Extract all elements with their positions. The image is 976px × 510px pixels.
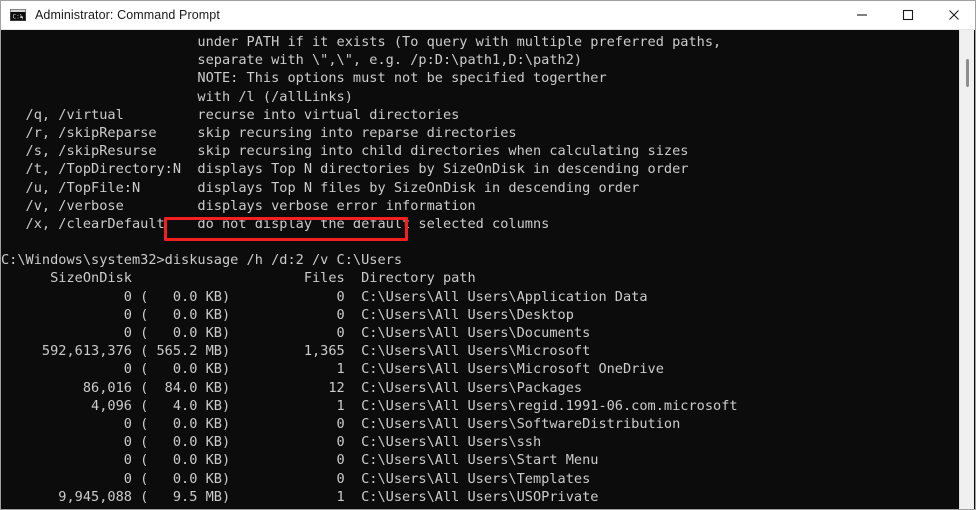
console-line: 9,945,088 ( 9.5 MB) 1 C:\Users\All Users… [1, 488, 599, 505]
console-line: separate with \",\", e.g. /p:D:\path1,D:… [1, 52, 583, 69]
console-line: 4,096 ( 4.0 KB) 1 C:\Users\All Users\reg… [1, 397, 738, 414]
console-line: 0 ( 0.0 KB) 0 C:\Users\All Users\ssh [1, 434, 542, 451]
title-bar[interactable]: C:\ Administrator: Command Prompt [1, 1, 975, 30]
console-line: /x, /clearDefault do not display the def… [1, 215, 550, 232]
console-line: 9,068,544 ( 8.6 MB) 297 C:\Users\All Use… [1, 506, 961, 509]
console-line: 0 ( 0.0 KB) 0 C:\Users\All Users\Softwar… [1, 415, 681, 432]
console-line: /s, /skipResurse skip recursing into chi… [1, 143, 689, 160]
console-line: C:\Windows\system32>diskusage /h /d:2 /v… [1, 252, 403, 269]
console-line: /v, /verbose displays verbose error info… [1, 197, 476, 214]
console-line: 0 ( 0.0 KB) 0 C:\Users\All Users\Templat… [1, 470, 591, 487]
console-line: /r, /skipReparse skip recursing into rep… [1, 124, 517, 141]
console-line: /t, /TopDirectory:N displays Top N direc… [1, 161, 689, 178]
maximize-icon [902, 9, 914, 21]
command-prompt-window: C:\ Administrator: Command Prompt under … [0, 0, 976, 510]
console-line: 86,016 ( 84.0 KB) 12 C:\Users\All Users\… [1, 379, 583, 396]
window-title: Administrator: Command Prompt [35, 8, 220, 22]
console-icon: C:\ [10, 7, 26, 23]
console-line: 592,613,376 ( 565.2 MB) 1,365 C:\Users\A… [1, 343, 591, 360]
minimize-icon [857, 14, 867, 16]
console-line: 0 ( 0.0 KB) 0 C:\Users\All Users\Start M… [1, 452, 599, 469]
console-line: 0 ( 0.0 KB) 0 C:\Users\All Users\Applica… [1, 288, 648, 305]
close-button[interactable] [931, 1, 975, 30]
console-line: /q, /virtual recurse into virtual direct… [1, 106, 460, 123]
console-text: under PATH if it exists (To query with m… [1, 33, 961, 509]
console-output-area[interactable]: under PATH if it exists (To query with m… [1, 30, 961, 509]
maximize-button[interactable] [885, 1, 931, 30]
console-line: /u, /TopFile:N displays Top N files by S… [1, 179, 640, 196]
close-icon [949, 10, 959, 20]
console-line: under PATH if it exists (To query with m… [1, 34, 722, 50]
console-line: with /l (/allLinks) [1, 88, 353, 105]
scrollbar-thumb[interactable] [966, 59, 969, 87]
console-line: NOTE: This options must not be specified… [1, 70, 607, 87]
console-line: SizeOnDisk Files Directory path [1, 270, 476, 287]
minimize-button[interactable] [839, 1, 885, 30]
console-line: 0 ( 0.0 KB) 1 C:\Users\All Users\Microso… [1, 361, 664, 378]
console-line: 0 ( 0.0 KB) 0 C:\Users\All Users\Desktop [1, 306, 574, 323]
vertical-scrollbar[interactable] [959, 30, 974, 509]
console-line: 0 ( 0.0 KB) 0 C:\Users\All Users\Documen… [1, 325, 591, 341]
